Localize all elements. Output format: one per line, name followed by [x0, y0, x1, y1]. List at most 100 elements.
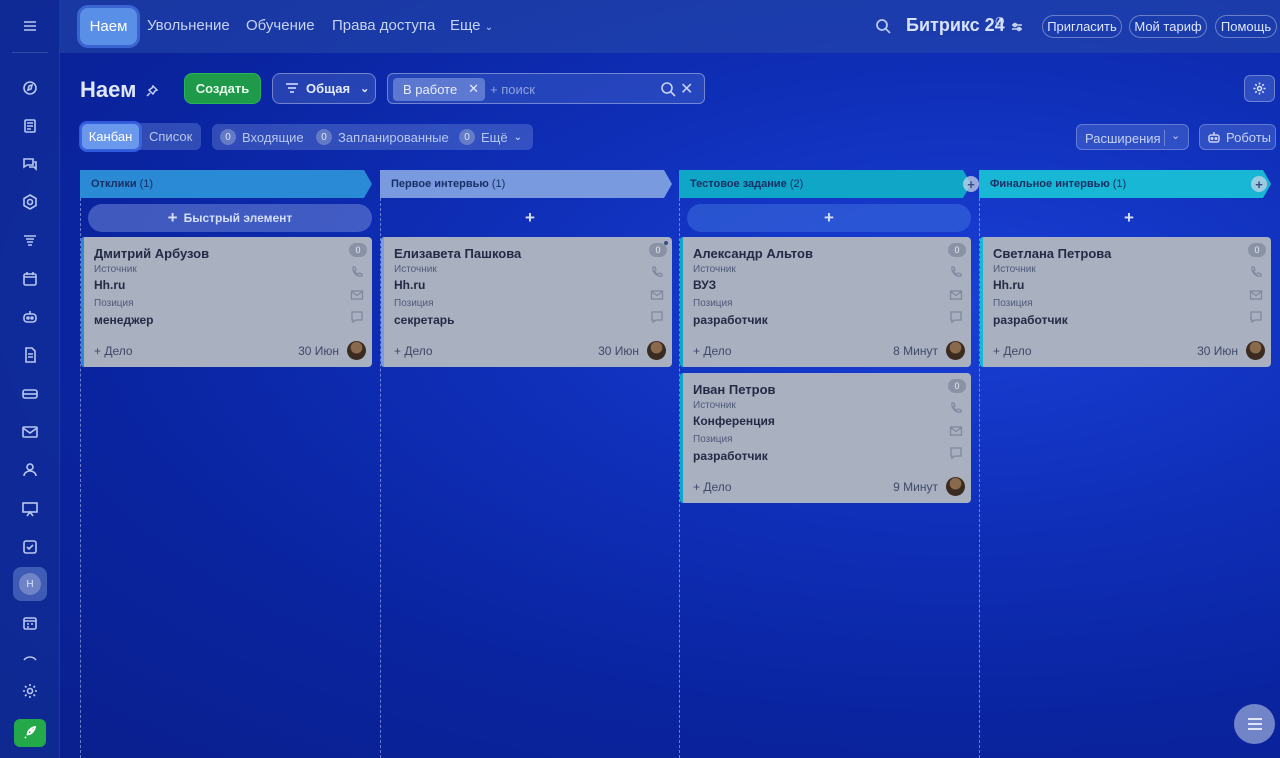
source-label: Источник: [394, 264, 437, 275]
source-value: Конференция: [693, 414, 775, 428]
tab-training[interactable]: Обучение: [246, 17, 315, 34]
collapse-icon[interactable]: [14, 641, 46, 673]
phone-icon[interactable]: [949, 401, 963, 415]
brand-logo[interactable]: Битрикс 24: [906, 15, 1005, 36]
menu-icon[interactable]: [14, 10, 46, 42]
invite-button[interactable]: Пригласить: [1042, 15, 1122, 38]
counter-more[interactable]: 0 Ещё ⌄: [459, 129, 522, 145]
mail-icon[interactable]: [949, 288, 963, 302]
card-name[interactable]: Иван Петров: [693, 382, 776, 397]
filter-chip[interactable]: В работе ✕: [393, 78, 485, 101]
phone-icon[interactable]: [949, 265, 963, 279]
users-icon[interactable]: [14, 454, 46, 486]
avatar[interactable]: [1246, 341, 1265, 360]
column-header[interactable]: Отклики (1): [80, 170, 372, 198]
view-kanban[interactable]: Канбан: [82, 124, 139, 149]
schedule-icon[interactable]: [14, 607, 46, 639]
deal-card[interactable]: Александр Альтов Источник ВУЗ Позиция ра…: [680, 237, 971, 367]
settings-button[interactable]: [1244, 75, 1275, 102]
drive-icon[interactable]: [14, 378, 46, 410]
close-icon[interactable]: ✕: [680, 79, 693, 99]
search-input[interactable]: В работе ✕ + поиск ✕: [387, 73, 705, 104]
avatar[interactable]: [347, 341, 366, 360]
phone-icon[interactable]: [350, 265, 364, 279]
counter-planned[interactable]: 0 Запланированные: [316, 129, 449, 145]
chat-icon[interactable]: [350, 310, 364, 324]
add-column-icon[interactable]: +: [963, 176, 979, 192]
phone-icon[interactable]: [1249, 265, 1263, 279]
hexagon-icon[interactable]: [14, 186, 46, 218]
calendar-icon[interactable]: [14, 263, 46, 295]
chat-icon[interactable]: [949, 446, 963, 460]
feed-button[interactable]: [1234, 704, 1275, 744]
card-name[interactable]: Светлана Петрова: [993, 246, 1111, 261]
add-task-link[interactable]: + Дело: [993, 344, 1032, 358]
presentation-icon[interactable]: [14, 493, 46, 525]
mail-icon[interactable]: [949, 424, 963, 438]
sidebar-item-hiring[interactable]: Н: [13, 567, 47, 601]
avatar[interactable]: [946, 477, 965, 496]
funnel-icon[interactable]: [14, 225, 46, 257]
column-header[interactable]: Первое интервью (1): [380, 170, 672, 198]
create-button[interactable]: Создать: [184, 73, 261, 104]
quick-add-button[interactable]: +: [687, 204, 971, 232]
add-task-link[interactable]: + Дело: [693, 344, 732, 358]
position-label: Позиция: [693, 298, 733, 309]
chat-icon[interactable]: [1249, 310, 1263, 324]
filter-dropdown[interactable]: Общая ⌄: [272, 73, 376, 104]
tab-more[interactable]: Еще ⌄: [450, 17, 493, 34]
robot-icon[interactable]: [14, 301, 46, 333]
source-value: Hh.ru: [94, 278, 126, 292]
quick-add-button[interactable]: +: [388, 204, 672, 232]
card-name[interactable]: Александр Альтов: [693, 246, 813, 261]
add-task-link[interactable]: + Дело: [693, 480, 732, 494]
mail-icon[interactable]: [1249, 288, 1263, 302]
mail-icon[interactable]: [14, 416, 46, 448]
pin-icon[interactable]: [145, 84, 159, 98]
source-label: Источник: [94, 264, 137, 275]
deal-card[interactable]: Иван Петров Источник Конференция Позиция…: [680, 373, 971, 503]
checkbox-icon[interactable]: [14, 531, 46, 563]
deal-card[interactable]: Дмитрий Арбузов Источник Hh.ru Позиция м…: [81, 237, 372, 367]
deal-card[interactable]: Елизавета Пашкова Источник Hh.ru Позиция…: [381, 237, 672, 367]
mail-icon[interactable]: [650, 288, 664, 302]
chat-icon[interactable]: [14, 148, 46, 180]
quick-add-button[interactable]: +: [987, 204, 1271, 232]
quick-add-button[interactable]: + Быстрый элемент: [88, 204, 372, 232]
tab-hiring[interactable]: Наем: [80, 8, 137, 45]
card-name[interactable]: Дмитрий Арбузов: [94, 246, 209, 261]
tab-dismissal[interactable]: Увольнение: [147, 17, 230, 34]
chevron-down-icon[interactable]: ⌄: [1171, 129, 1180, 142]
search-icon[interactable]: [875, 18, 892, 35]
avatar[interactable]: [647, 341, 666, 360]
add-task-link[interactable]: + Дело: [94, 344, 133, 358]
avatar[interactable]: [946, 341, 965, 360]
chat-icon[interactable]: [650, 310, 664, 324]
document-icon[interactable]: [14, 339, 46, 371]
search-icon[interactable]: [660, 81, 676, 97]
column-header[interactable]: Тестовое задание (2): [679, 170, 971, 198]
column-header[interactable]: Финальное интервью (1): [979, 170, 1271, 198]
add-column-icon[interactable]: +: [1251, 176, 1267, 192]
tab-access-rights[interactable]: Права доступа: [332, 17, 435, 34]
help-button[interactable]: Помощь: [1215, 15, 1277, 38]
settings-icon[interactable]: [14, 675, 46, 707]
rocket-icon[interactable]: [14, 719, 46, 747]
card-name[interactable]: Елизавета Пашкова: [394, 246, 521, 261]
deal-card[interactable]: Светлана Петрова Источник Hh.ru Позиция …: [980, 237, 1271, 367]
compass-icon[interactable]: [14, 72, 46, 104]
add-task-link[interactable]: + Дело: [394, 344, 433, 358]
phone-icon[interactable]: [650, 265, 664, 279]
chip-close-icon[interactable]: ✕: [468, 81, 479, 97]
news-icon[interactable]: [14, 110, 46, 142]
extensions-button[interactable]: Расширения ⌄: [1076, 124, 1189, 150]
card-date: 30 Июн: [598, 344, 639, 358]
chat-icon[interactable]: [949, 310, 963, 324]
mail-icon[interactable]: [350, 288, 364, 302]
column-final-interview: Финальное интервью (1) + Светлана Петров…: [979, 170, 1271, 758]
counter-incoming[interactable]: 0 Входящие: [220, 129, 304, 145]
view-list[interactable]: Список: [149, 129, 192, 144]
robots-button[interactable]: Роботы: [1199, 124, 1276, 150]
brand-settings-icon[interactable]: [1010, 20, 1024, 34]
tariff-button[interactable]: Мой тариф: [1129, 15, 1207, 38]
